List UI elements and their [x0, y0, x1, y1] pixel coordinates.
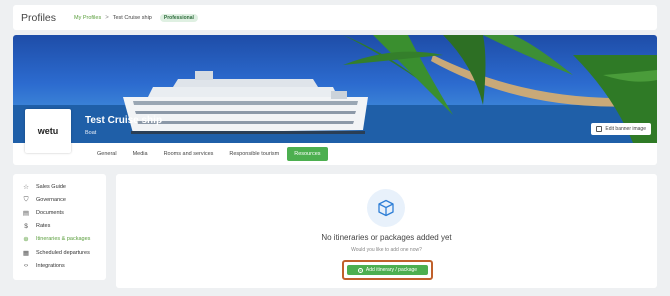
add-itinerary-button[interactable]: + Add itinerary / package	[347, 265, 428, 275]
dollar-icon: $	[24, 222, 28, 230]
empty-state-illustration	[367, 189, 405, 227]
tab-rooms-and-services[interactable]: Rooms and services	[156, 151, 222, 157]
empty-state-title: No itineraries or packages added yet	[321, 233, 452, 242]
sidebar-item-documents[interactable]: ▤ Documents	[13, 206, 106, 219]
image-icon	[596, 126, 603, 132]
sidebar-item-label: Itineraries & packages	[36, 236, 91, 243]
sidebar-item-label: Integrations	[36, 262, 65, 269]
profile-name: Test Cruise ship	[85, 115, 163, 126]
breadcrumb-separator: >	[105, 14, 109, 21]
plus-circle-icon: +	[357, 267, 363, 273]
breadcrumb-current: Test Cruise ship	[112, 14, 152, 21]
sidebar-item-label: Documents	[36, 209, 64, 216]
sidebar-item-governance[interactable]: ⛉ Governance	[13, 193, 106, 206]
document-icon: ▤	[22, 209, 30, 217]
sidebar-item-rates[interactable]: $ Rates	[13, 220, 106, 233]
itineraries-panel: No itineraries or packages added yet Wou…	[116, 174, 657, 288]
add-button-highlight: + Add itinerary / package	[342, 260, 433, 280]
sidebar-item-sales-guide[interactable]: ☆ Sales Guide	[13, 180, 106, 193]
profile-logo[interactable]: wetu	[25, 109, 71, 153]
sidebar-item-integrations[interactable]: ‹› Integrations	[13, 259, 106, 272]
tab-responsible-tourism[interactable]: Responsible tourism	[221, 151, 287, 157]
star-icon: ☆	[23, 183, 29, 191]
shield-icon: ⛉	[23, 195, 29, 203]
empty-state-subtitle: Would you like to add one now?	[351, 247, 422, 253]
banner-illustration	[13, 35, 657, 143]
add-itinerary-label: Add itinerary / package	[365, 267, 418, 273]
tab-general[interactable]: General	[89, 151, 125, 157]
tab-resources[interactable]: Resources	[287, 147, 328, 161]
sidebar-item-scheduled-departures[interactable]: ▦ Scheduled departures	[13, 246, 106, 259]
sidebar-item-label: Rates	[36, 223, 51, 230]
edit-banner-label: Edit banner image	[605, 126, 646, 132]
page-header: Profiles My Profiles > Test Cruise ship …	[13, 5, 657, 30]
page-title: Profiles	[21, 11, 57, 24]
calendar-icon: ▦	[22, 249, 30, 257]
compass-icon: ⊛	[23, 236, 29, 244]
plan-badge: Professional	[159, 13, 198, 22]
resources-sidebar: ☆ Sales Guide ⛉ Governance ▤ Documents $…	[13, 174, 106, 280]
edit-banner-button[interactable]: Edit banner image	[591, 123, 651, 135]
breadcrumb-my-profiles[interactable]: My Profiles	[74, 15, 101, 21]
sidebar-item-label: Governance	[36, 196, 66, 203]
sidebar-item-label: Scheduled departures	[36, 249, 90, 256]
code-icon: ‹›	[23, 262, 29, 270]
profile-card: Test Cruise ship Boat Edit banner image …	[13, 35, 657, 165]
package-icon	[378, 199, 394, 217]
sidebar-item-itineraries-packages[interactable]: ⊛ Itineraries & packages	[13, 233, 106, 246]
sidebar-item-label: Sales Guide	[36, 183, 66, 190]
banner-image: Test Cruise ship Boat Edit banner image	[13, 35, 657, 143]
profile-tabs: General Media Rooms and services Respons…	[89, 147, 328, 161]
tab-media[interactable]: Media	[125, 151, 156, 157]
profile-type: Boat	[85, 130, 97, 136]
